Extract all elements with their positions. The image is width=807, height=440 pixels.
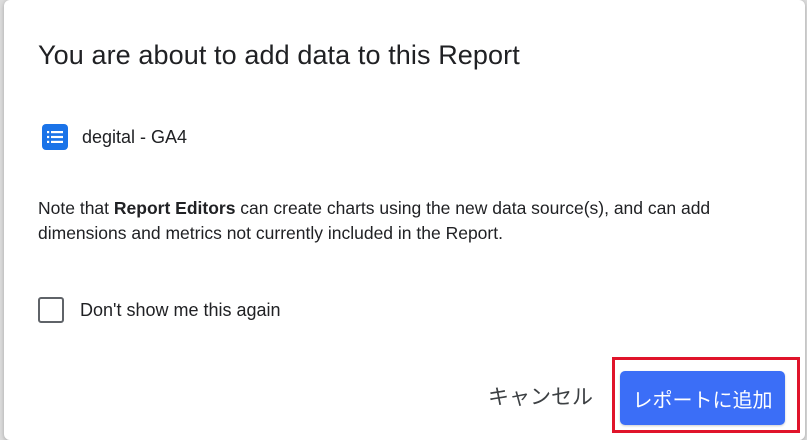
data-source-row: degital - GA4 [42, 124, 187, 150]
add-to-report-button[interactable]: レポートに追加 [620, 371, 785, 425]
cancel-button[interactable]: キャンセル [478, 372, 603, 420]
dont-show-again-checkbox[interactable] [38, 297, 64, 323]
data-source-name: degital - GA4 [82, 126, 188, 147]
dont-show-again-label[interactable]: Don't show me this again [80, 300, 281, 321]
dont-show-again-row[interactable]: Don't show me this again [38, 297, 281, 323]
note-bold: Report Editors [113, 198, 236, 218]
dialog-title: You are about to add data to this Report [38, 40, 520, 70]
editor-note: Note that Report Editors can create char… [38, 196, 788, 246]
note-prefix: Note that [38, 198, 114, 218]
list-icon [42, 124, 68, 150]
